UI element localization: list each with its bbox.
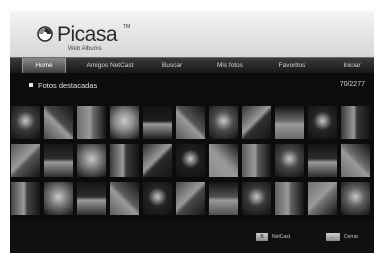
section-bullet-icon bbox=[29, 83, 33, 87]
photo-thumbnail[interactable] bbox=[242, 182, 271, 215]
logo-trademark: TM bbox=[123, 24, 131, 30]
back-arrow-icon[interactable]: ← bbox=[326, 233, 340, 241]
photo-thumbnail[interactable] bbox=[242, 144, 271, 177]
tab-favoritos[interactable]: Favoritos bbox=[268, 58, 316, 73]
photo-thumbnail[interactable] bbox=[77, 144, 106, 177]
tab-buscar[interactable]: Buscar bbox=[150, 58, 194, 73]
photo-thumbnail[interactable] bbox=[275, 144, 304, 177]
photo-thumbnail[interactable] bbox=[242, 106, 271, 139]
photo-thumbnail[interactable] bbox=[341, 182, 370, 215]
picasa-pinwheel-icon bbox=[37, 26, 53, 42]
section-title: Fotos destacadas bbox=[38, 81, 98, 90]
photo-thumbnail[interactable] bbox=[308, 182, 337, 215]
photo-thumbnail[interactable] bbox=[77, 106, 106, 139]
photo-thumbnail[interactable] bbox=[143, 182, 172, 215]
photo-thumbnail[interactable] bbox=[11, 182, 40, 215]
photo-counter: 70/2277 bbox=[339, 81, 365, 88]
photo-thumbnail[interactable] bbox=[275, 106, 304, 139]
photo-grid bbox=[10, 106, 374, 220]
tab-amigos-netcast[interactable]: Amigos NetCast bbox=[80, 58, 140, 73]
photo-thumbnail[interactable] bbox=[110, 144, 139, 177]
photo-thumbnail[interactable] bbox=[44, 144, 73, 177]
photo-thumbnail[interactable] bbox=[275, 182, 304, 215]
photo-thumbnail[interactable] bbox=[44, 106, 73, 139]
header-bar: Picasa TM Web Albums bbox=[10, 11, 374, 57]
netcast-hint-label: NetCast bbox=[272, 234, 291, 240]
tab-home[interactable]: Home bbox=[22, 58, 66, 73]
photo-thumbnail[interactable] bbox=[341, 144, 370, 177]
photo-thumbnail[interactable] bbox=[77, 182, 106, 215]
tv-screen: Picasa TM Web Albums Home Amigos NetCast… bbox=[10, 11, 374, 253]
photo-thumbnail[interactable] bbox=[143, 106, 172, 139]
photo-thumbnail[interactable] bbox=[176, 144, 205, 177]
photo-thumbnail[interactable] bbox=[209, 182, 238, 215]
photo-thumbnail[interactable] bbox=[308, 106, 337, 139]
netcast-key-icon[interactable]: B bbox=[256, 233, 268, 241]
logo-wordmark: Picasa bbox=[57, 23, 118, 46]
photo-thumbnail[interactable] bbox=[176, 106, 205, 139]
photo-thumbnail[interactable] bbox=[341, 106, 370, 139]
photo-thumbnail[interactable] bbox=[176, 182, 205, 215]
photo-thumbnail[interactable] bbox=[209, 106, 238, 139]
nav-bar: Home Amigos NetCast Buscar Mis fotos Fav… bbox=[10, 57, 374, 73]
photo-thumbnail[interactable] bbox=[110, 106, 139, 139]
tab-mis-fotos[interactable]: Mis fotos bbox=[208, 58, 252, 73]
logo-subtitle: Web Albums bbox=[68, 46, 102, 52]
close-hint-label: Cerrar bbox=[344, 234, 359, 240]
photo-thumbnail[interactable] bbox=[44, 182, 73, 215]
photo-thumbnail[interactable] bbox=[143, 144, 172, 177]
photo-thumbnail[interactable] bbox=[11, 106, 40, 139]
footer-hints: B NetCast ← Cerrar bbox=[10, 220, 374, 253]
photo-thumbnail[interactable] bbox=[209, 144, 238, 177]
photo-thumbnail[interactable] bbox=[110, 182, 139, 215]
photo-thumbnail[interactable] bbox=[11, 144, 40, 177]
photo-thumbnail[interactable] bbox=[308, 144, 337, 177]
tab-iniciar[interactable]: Iniciar bbox=[332, 58, 372, 73]
